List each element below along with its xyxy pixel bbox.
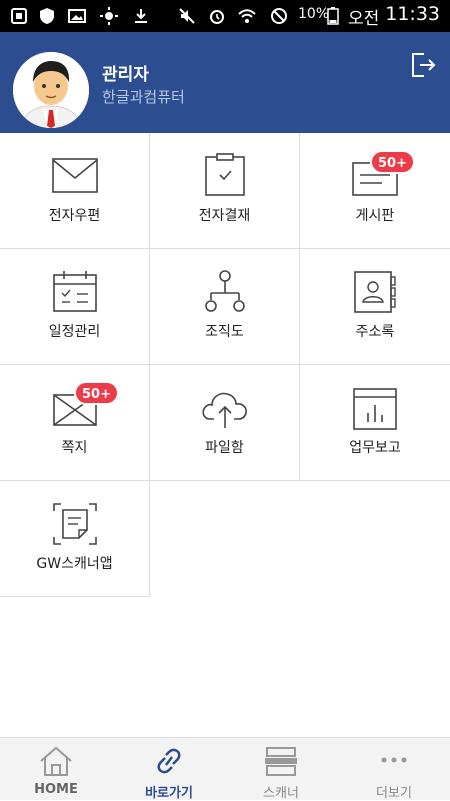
report-chart-icon xyxy=(353,388,397,430)
menu-file-box[interactable]: 파일함 xyxy=(150,365,300,481)
menu-label: 업무보고 xyxy=(349,440,401,456)
logout-icon[interactable] xyxy=(408,50,438,80)
scanner-icon xyxy=(265,747,297,776)
calendar-icon xyxy=(53,271,97,312)
menu-mail[interactable]: 전자우편 xyxy=(0,133,150,249)
nav-label: 바로가기 xyxy=(145,786,193,801)
battery-icon xyxy=(327,7,339,25)
nav-shortcuts[interactable]: 바로가기 xyxy=(113,738,225,801)
bottom-navigation: HOME 바로가기 스캐너 더보기 xyxy=(0,737,450,801)
menu-board[interactable]: 50+ 게시판 xyxy=(300,133,450,249)
user-organization: 한글과컴퓨터 xyxy=(102,88,185,106)
clock-time: 11:33 xyxy=(385,3,440,25)
nav-label: HOME xyxy=(34,782,78,797)
nav-more[interactable]: 더보기 xyxy=(338,738,450,801)
home-icon xyxy=(40,746,72,776)
profile-header: 관리자 한글과컴퓨터 xyxy=(0,32,450,133)
menu-org-chart[interactable]: 조직도 xyxy=(150,249,300,365)
menu-label: 게시판 xyxy=(355,208,395,224)
menu-notes[interactable]: 50+ 쪽지 xyxy=(0,365,150,481)
more-dots-icon xyxy=(381,757,407,763)
picture-icon xyxy=(68,9,86,23)
menu-label: 전자결재 xyxy=(198,208,251,224)
menu-approval[interactable]: 전자결재 xyxy=(150,133,300,249)
download-icon xyxy=(135,9,147,23)
menu-label: 일정관리 xyxy=(48,324,101,340)
nav-label: 더보기 xyxy=(376,786,412,801)
shield-icon xyxy=(40,8,54,24)
document-scan-icon xyxy=(53,503,97,545)
menu-label: 조직도 xyxy=(205,324,244,340)
menu-scanner-app[interactable]: GW스캐너앱 xyxy=(0,481,150,597)
nav-home[interactable]: HOME xyxy=(0,738,112,801)
menu-work-report[interactable]: 업무보고 xyxy=(300,365,450,481)
menu-label: 쪽지 xyxy=(61,440,88,456)
nav-scanner[interactable]: 스캐너 xyxy=(225,738,337,801)
menu-label: GW스캐너앱 xyxy=(36,556,113,572)
menu-label: 전자우편 xyxy=(48,208,101,224)
user-name: 관리자 xyxy=(102,65,149,85)
alarm-icon xyxy=(210,10,224,24)
notes-badge: 50+ xyxy=(74,381,119,405)
nav-label: 스캐너 xyxy=(263,786,299,801)
clock-ampm: 오전 xyxy=(348,9,380,29)
menu-label: 주소록 xyxy=(355,324,395,340)
address-book-icon xyxy=(354,271,396,313)
link-icon xyxy=(157,748,181,774)
avatar xyxy=(13,52,89,128)
wifi-icon xyxy=(238,9,256,23)
org-chart-icon xyxy=(205,270,245,312)
clipboard-check-icon xyxy=(205,153,245,196)
mute-icon xyxy=(179,8,195,24)
menu-label: 파일함 xyxy=(205,440,244,456)
menu-schedule[interactable]: 일정관리 xyxy=(0,249,150,365)
cloud-upload-icon xyxy=(202,392,247,428)
sim-icon xyxy=(11,8,27,24)
menu-address-book[interactable]: 주소록 xyxy=(300,249,450,365)
status-bar: 10% 오전 11:33 xyxy=(0,0,450,32)
board-badge: 50+ xyxy=(370,150,415,174)
brightness-icon xyxy=(100,7,118,25)
no-signal-icon xyxy=(271,8,287,24)
battery-percent: 10% xyxy=(298,6,330,22)
mail-icon xyxy=(52,158,98,193)
